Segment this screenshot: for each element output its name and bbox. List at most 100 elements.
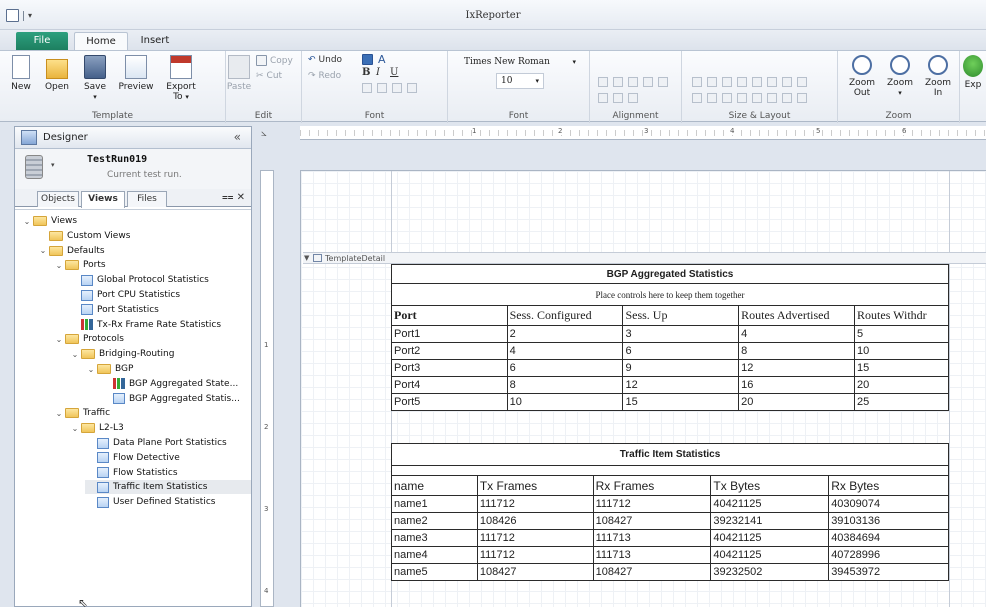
undo-button[interactable]: ↶ Undo [308, 55, 342, 65]
panel-splitter[interactable] [252, 126, 260, 607]
layout-icon[interactable] [692, 93, 702, 103]
tree-item[interactable]: ⌄ BGP [85, 362, 133, 376]
tree-item[interactable]: BGP Aggregated State... [101, 377, 238, 391]
layout-icon[interactable] [752, 93, 762, 103]
collapse-panel-icon[interactable]: « [234, 130, 241, 144]
tab-home[interactable]: Home [74, 32, 128, 50]
zoom-in-button[interactable]: Zoom In [920, 55, 956, 98]
tree-item[interactable]: Tx-Rx Frame Rate Statistics [69, 318, 221, 332]
align-left-icon[interactable] [362, 83, 372, 93]
expand-chevron-icon[interactable]: ⌄ [37, 246, 49, 255]
expand-chevron-icon[interactable]: ⌄ [85, 365, 97, 374]
ruler-mark: 2 [558, 127, 563, 135]
panel-menu-close-icons[interactable]: ⩵ ✕ [222, 192, 245, 203]
tree-item[interactable]: ⌄ Bridging-Routing [69, 347, 174, 361]
layout-icon[interactable] [767, 77, 777, 87]
layout-icon[interactable] [707, 77, 717, 87]
layout-icon[interactable] [737, 93, 747, 103]
layout-icon[interactable] [707, 93, 717, 103]
textbox-icon[interactable] [362, 54, 373, 65]
tab-file[interactable]: File [16, 32, 68, 50]
bgp-stats-table[interactable]: BGP Aggregated Statistics Place controls… [391, 264, 949, 411]
align-icon[interactable] [643, 77, 653, 87]
layout-icon[interactable] [797, 77, 807, 87]
new-button[interactable]: New [4, 55, 38, 92]
align-icon[interactable] [628, 93, 638, 103]
expand-chevron-icon[interactable]: ⌄ [53, 261, 65, 270]
table-cell: 108427 [592, 512, 712, 530]
layout-icon[interactable] [797, 93, 807, 103]
table-cell: 20 [738, 393, 856, 411]
font-family-select[interactable]: Times New Roman ▾ [460, 55, 580, 71]
font-size-select[interactable]: 10 ▾ [496, 73, 544, 89]
expand-chevron-icon[interactable]: ⌄ [53, 409, 65, 418]
tree-item[interactable]: Data Plane Port Statistics [85, 436, 227, 450]
tree-item[interactable]: ⌄ L2-L3 [69, 421, 124, 435]
table-cell: 3 [622, 325, 740, 343]
tab-files[interactable]: Files [127, 191, 167, 207]
tree-item[interactable]: Flow Statistics [85, 466, 178, 480]
tree-item[interactable]: BGP Aggregated Statis... [101, 392, 240, 406]
layout-icon[interactable] [722, 77, 732, 87]
collapse-band-icon[interactable]: ▼ [304, 253, 309, 264]
template-detail-band[interactable]: ▼ TemplateDetail [303, 252, 986, 264]
expand-chevron-icon[interactable]: ⌄ [21, 217, 33, 226]
align-center-icon[interactable] [377, 83, 387, 93]
tree-item[interactable]: Port Statistics [69, 303, 159, 317]
expand-chevron-icon[interactable]: ⌄ [53, 335, 65, 344]
tree-item[interactable]: Custom Views [37, 229, 130, 243]
cut-button[interactable]: ✂ Cut [256, 71, 282, 81]
tab-views[interactable]: Views [81, 191, 125, 208]
tree-item[interactable]: ⌄ Defaults [37, 244, 105, 258]
layout-icon[interactable] [782, 77, 792, 87]
tree-item[interactable]: Traffic Item Statistics [85, 480, 251, 495]
layout-icon[interactable] [737, 77, 747, 87]
align-icon[interactable] [598, 77, 608, 87]
zoom-button[interactable]: Zoom ▾ [882, 55, 918, 98]
expand-chevron-icon[interactable]: ⌄ [69, 424, 81, 433]
underline-button[interactable]: U [390, 67, 398, 78]
table-cell: Port5 [391, 393, 508, 411]
chevron-down-icon[interactable]: ▾ [51, 161, 55, 169]
traffic-item-stats-table[interactable]: Traffic Item Statistics name Tx Frames R… [391, 443, 949, 581]
report-design-surface[interactable]: ▼ TemplateDetail BGP Aggregated Statisti… [300, 170, 986, 607]
align-icon[interactable] [598, 93, 608, 103]
open-button[interactable]: Open [40, 55, 74, 92]
copy-button[interactable]: Copy [256, 55, 293, 66]
zoom-out-button[interactable]: Zoom Out [844, 55, 880, 98]
align-icon[interactable] [628, 77, 638, 87]
tab-insert[interactable]: Insert [134, 32, 176, 50]
tree-item[interactable]: ⌄ Traffic [53, 406, 110, 420]
save-button[interactable]: Save ▾ [78, 55, 112, 102]
bold-button[interactable]: B [362, 67, 370, 78]
tree-item[interactable]: ⌄ Ports [53, 258, 106, 272]
italic-button[interactable]: I [376, 67, 380, 78]
align-justify-icon[interactable] [407, 83, 417, 93]
font-color-icon[interactable]: A [378, 53, 386, 66]
export-html-button[interactable]: Exp [960, 55, 986, 90]
paste-button[interactable]: Paste [222, 55, 256, 92]
layout-icon[interactable] [767, 93, 777, 103]
layout-icon[interactable] [752, 77, 762, 87]
test-run-selector[interactable]: ▾ TestRun019 Current test run. [15, 149, 251, 189]
preview-button[interactable]: Preview [116, 55, 156, 92]
align-right-icon[interactable] [392, 83, 402, 93]
tree-item[interactable]: ⌄ Views [21, 214, 77, 228]
expand-chevron-icon[interactable]: ⌄ [69, 350, 81, 359]
tree-item[interactable]: User Defined Statistics [85, 495, 215, 509]
tab-objects[interactable]: Objects [37, 191, 79, 207]
redo-button[interactable]: ↷ Redo [308, 71, 341, 81]
tree-item-label: BGP Aggregated Statis... [129, 393, 240, 404]
tree-item[interactable]: Global Protocol Statistics [69, 273, 209, 287]
tree-item[interactable]: ⌄ Protocols [53, 332, 124, 346]
align-icon[interactable] [658, 77, 668, 87]
align-icon[interactable] [613, 93, 623, 103]
tree-item[interactable]: Flow Detective [85, 451, 180, 465]
table-cell: 39232141 [710, 512, 830, 530]
layout-icon[interactable] [692, 77, 702, 87]
tree-item[interactable]: Port CPU Statistics [69, 288, 180, 302]
align-icon[interactable] [613, 77, 623, 87]
layout-icon[interactable] [722, 93, 732, 103]
layout-icon[interactable] [782, 93, 792, 103]
export-button[interactable]: Export To ▾ [160, 55, 202, 102]
